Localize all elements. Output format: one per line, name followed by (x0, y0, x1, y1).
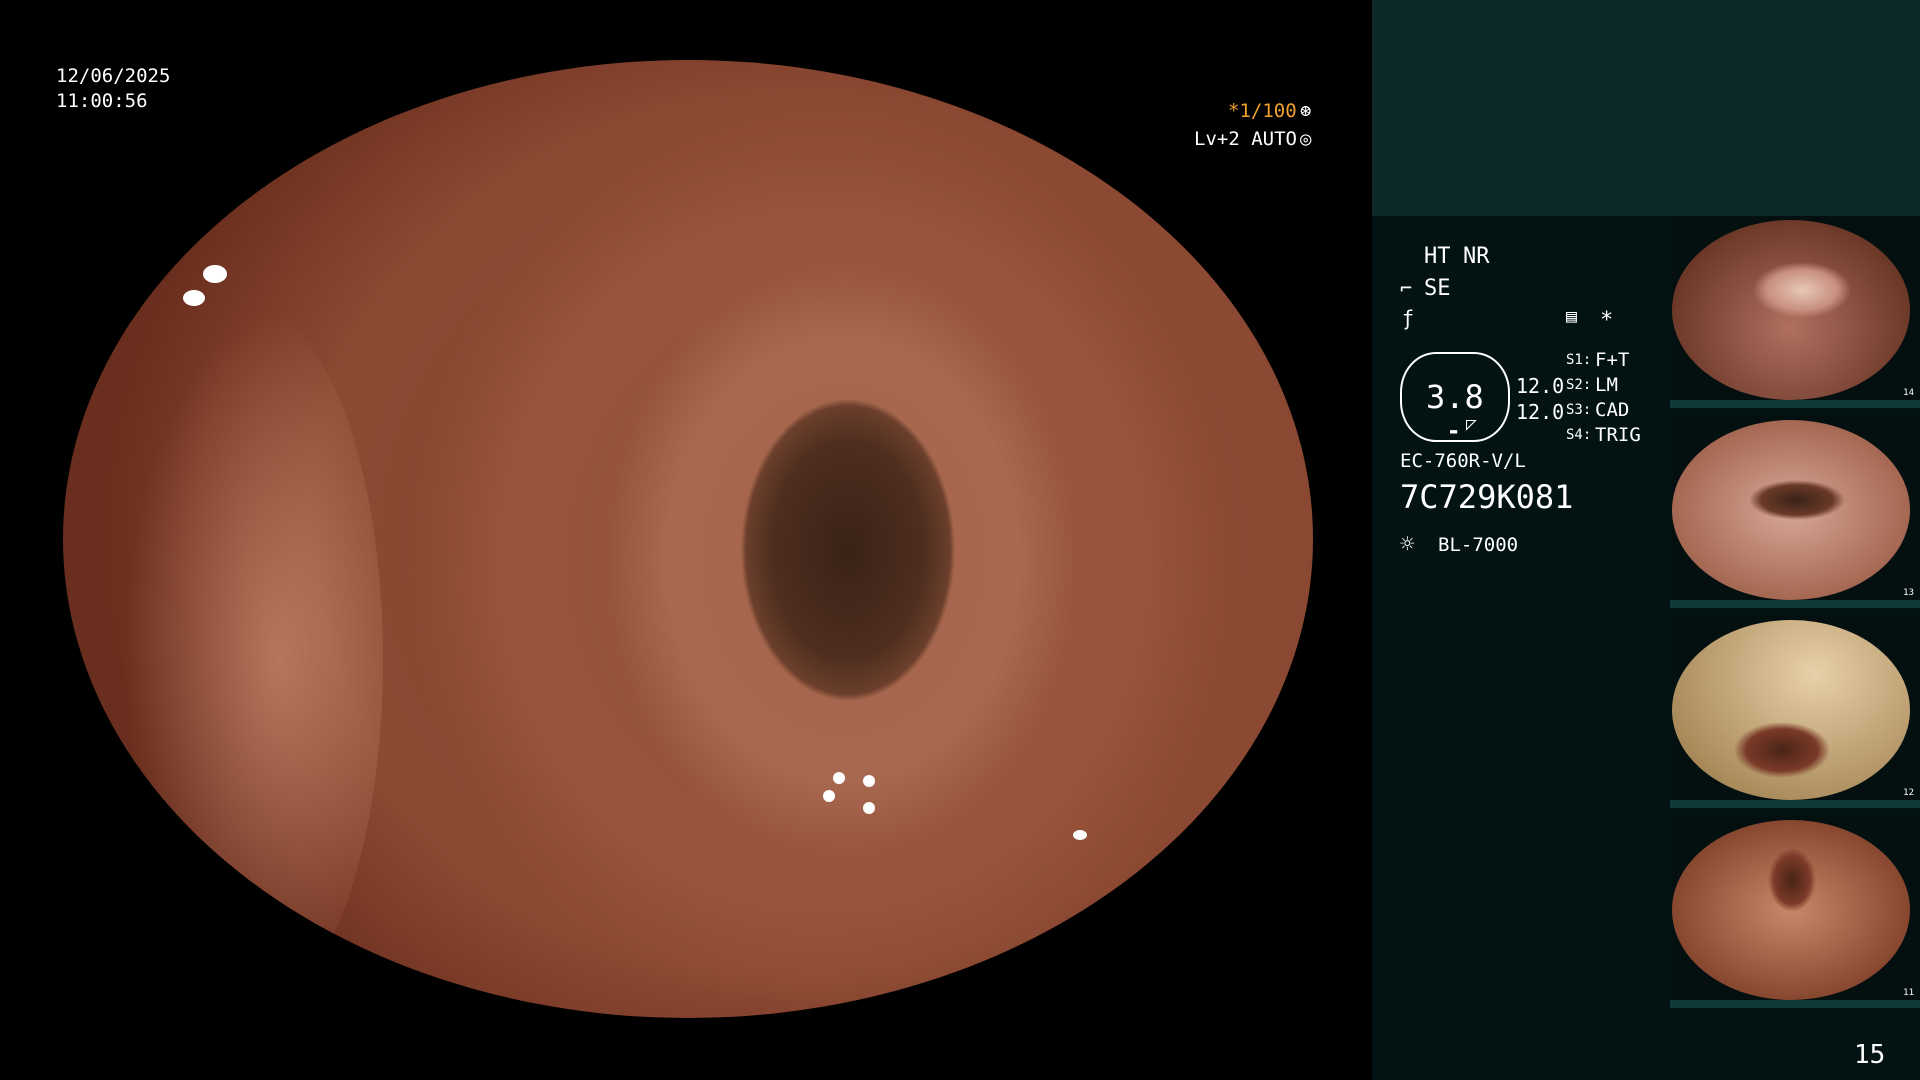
switch-key-3: S3: (1566, 402, 1592, 418)
thumbnail-number: 13 (1903, 588, 1914, 598)
switch-key-1: S1: (1566, 352, 1592, 368)
thumbnail-image (1672, 420, 1910, 600)
specular-reflection (333, 68, 343, 76)
date-text: 12/06/2025 (56, 65, 171, 87)
switch-key-4: S4: (1566, 427, 1592, 443)
nr-indicator: NR (1463, 244, 1490, 269)
thumbnail-3[interactable]: 12 (1670, 616, 1920, 808)
switch-label-2: LM (1595, 374, 1618, 396)
thumbnail-image (1672, 220, 1910, 400)
light-source-model: BL-7000 (1438, 534, 1519, 556)
endoscopic-image (63, 60, 1313, 1018)
thumbnail-bar (1670, 400, 1920, 408)
shutter-speed: *1/100 (1228, 100, 1297, 122)
exposure-level: Lv+2 AUTO (1194, 128, 1297, 150)
asterisk-icon: * (1600, 308, 1614, 333)
thumbnail-image (1672, 820, 1910, 1000)
time-text: 11:00:56 (56, 90, 148, 112)
specular-reflection (263, 120, 273, 128)
thumbnail-number: 12 (1903, 788, 1914, 798)
mucosal-fold-highlight (123, 310, 383, 1010)
thumbnail-bar (1670, 1000, 1920, 1008)
switch-key-2: S2: (1566, 377, 1592, 393)
scope-serial: 7C729K081 (1400, 478, 1574, 516)
thumbnail-number: 14 (1903, 388, 1914, 398)
specular-reflection (823, 790, 835, 802)
menu-icon: ▤ (1566, 306, 1577, 327)
thumbnail-number: 11 (1903, 988, 1914, 998)
thumbnail-image (1672, 620, 1910, 800)
shutter-icon: ⊛ (1300, 100, 1312, 122)
specular-reflection (178, 235, 194, 249)
thumbnail-4[interactable]: 11 (1670, 816, 1920, 1008)
specular-reflection (213, 180, 225, 190)
iris-icon: ◎ (1300, 128, 1312, 150)
ht-indicator: HT (1424, 244, 1451, 269)
light-source-icon: ☼ (1400, 530, 1415, 558)
endoscope-main-view: 12/06/2025 11:00:56 *1/100 ⊛ Lv+2 AUTO ◎ (0, 0, 1370, 1080)
specular-reflection (833, 772, 845, 784)
specular-reflection (158, 210, 176, 232)
filter-icon: ƒ (1402, 306, 1415, 330)
value-1: 12.0 (1516, 374, 1565, 398)
se-indicator: SE (1424, 276, 1451, 301)
specular-reflection (203, 265, 227, 283)
thumbnail-1[interactable]: 14 (1670, 216, 1920, 408)
specular-reflection (863, 775, 875, 787)
specular-reflection (183, 290, 205, 306)
page-number: 15 (1854, 1040, 1886, 1070)
value-2: 12.0 (1516, 400, 1565, 424)
dial-marker-icon: ▬ (1450, 424, 1458, 438)
switch-label-4: TRIG (1595, 424, 1641, 446)
frame-mask-top (0, 0, 1370, 60)
switch-label-3: CAD (1595, 399, 1630, 421)
dial-pointer-icon: ◸ (1466, 414, 1477, 435)
thumbnail-bar (1670, 800, 1920, 808)
scope-model: EC-760R-V/L (1400, 450, 1526, 472)
frame-mask-bottom (0, 1018, 1370, 1080)
specular-reflection (863, 802, 875, 814)
info-panel-header (1372, 0, 1920, 216)
thumbnail-bar (1670, 600, 1920, 608)
thumbnail-2[interactable]: 13 (1670, 416, 1920, 608)
dial-value: 3.8 (1426, 378, 1484, 416)
switch-label-1: F+T (1595, 349, 1630, 371)
structure-enhance-icon: ⌐ (1400, 276, 1413, 300)
specular-reflection (1073, 830, 1087, 840)
